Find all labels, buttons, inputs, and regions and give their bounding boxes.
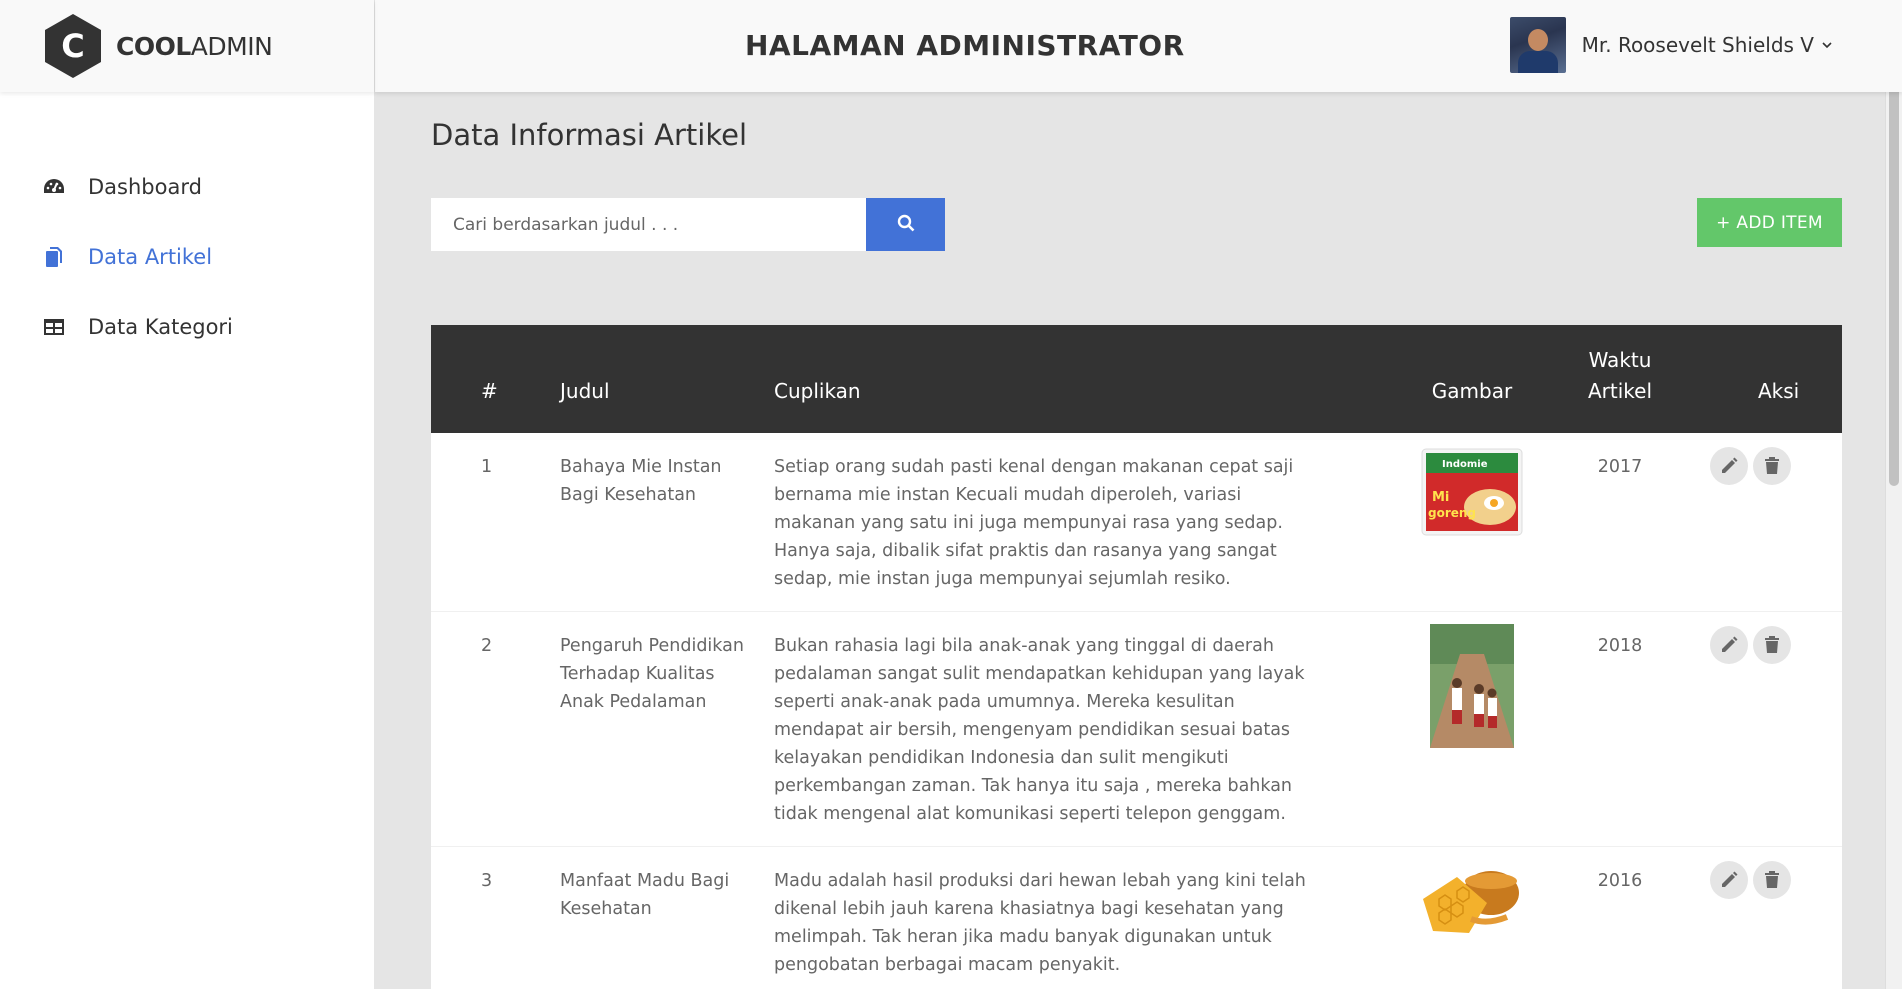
search-input[interactable]	[431, 198, 866, 251]
instant-noodle-image: Indomie Mi goreng	[1421, 448, 1523, 536]
table-icon	[42, 315, 66, 339]
row-title: Manfaat Madu Bagi Kesehatan	[560, 871, 730, 919]
search-button[interactable]	[866, 198, 945, 251]
user-menu[interactable]: Mr. Roosevelt Shields V	[1509, 17, 1832, 73]
top-header: HALAMAN ADMINISTRATOR Mr. Roosevelt Shie…	[375, 0, 1902, 92]
row-number: 3	[481, 871, 493, 891]
row-title: Pengaruh Pendidikan Terhadap Kualitas An…	[560, 636, 744, 712]
chevron-down-icon	[1822, 38, 1832, 52]
table-row: 2 Pengaruh Pendidikan Terhadap Kualitas …	[431, 612, 1842, 847]
row-snippet: Madu adalah hasil produksi dari hewan le…	[774, 871, 1306, 975]
delete-button[interactable]	[1753, 861, 1791, 899]
user-name: Mr. Roosevelt Shields V	[1581, 33, 1814, 57]
row-number: 1	[481, 457, 493, 477]
copy-icon	[42, 245, 66, 269]
articles-table: # Judul Cuplikan Gambar Waktu Artikel Aks…	[431, 325, 1842, 989]
logo-letter: C	[61, 27, 84, 65]
column-header-waktu-line1: Waktu	[1588, 348, 1652, 372]
column-header-aksi: Aksi	[1758, 379, 1800, 403]
logo-text-light: ADMIN	[190, 31, 273, 61]
column-header-gambar[interactable]: Gambar	[1384, 325, 1560, 433]
sidebar-item-label: Data Artikel	[88, 245, 213, 269]
avatar	[1509, 17, 1566, 73]
logo[interactable]: C COOLADMIN	[0, 0, 374, 92]
trash-icon	[1765, 457, 1779, 474]
row-time: 2016	[1597, 871, 1643, 891]
svg-text:Mi: Mi	[1432, 490, 1449, 505]
edit-button[interactable]	[1710, 447, 1748, 485]
row-number: 2	[481, 636, 493, 656]
column-header-waktu-line2: Artikel	[1587, 379, 1653, 403]
delete-button[interactable]	[1753, 626, 1791, 664]
sidebar-item-data-kategori[interactable]: Data Kategori	[0, 292, 374, 362]
logo-text: COOLADMIN	[116, 31, 273, 61]
logo-text-bold: COOL	[116, 31, 191, 61]
sidebar-item-label: Dashboard	[88, 175, 202, 199]
delete-button[interactable]	[1753, 447, 1791, 485]
table-row: 1 Bahaya Mie Instan Bagi Kesehatan Setia…	[431, 433, 1842, 612]
column-header-number[interactable]: #	[431, 325, 560, 433]
row-image-cell	[1384, 847, 1560, 989]
trash-icon	[1765, 871, 1779, 888]
logo-hexagon-icon: C	[45, 14, 101, 78]
edit-button[interactable]	[1710, 626, 1748, 664]
pencil-icon	[1722, 871, 1738, 887]
trash-icon	[1765, 636, 1779, 653]
table-header-row: # Judul Cuplikan Gambar Waktu Artikel Aks…	[431, 325, 1842, 433]
row-snippet: Setiap orang sudah pasti kenal dengan ma…	[774, 457, 1294, 589]
column-header-waktu[interactable]: Waktu Artikel	[1560, 325, 1680, 433]
row-image-cell	[1384, 612, 1560, 847]
main-content: Data Informasi Artikel + ADD ITEM # Judu…	[375, 92, 1885, 989]
pencil-icon	[1722, 636, 1738, 652]
search-icon	[897, 214, 915, 235]
svg-text:Indomie: Indomie	[1442, 459, 1488, 470]
svg-text:goreng: goreng	[1428, 506, 1476, 520]
sidebar-item-data-artikel[interactable]: Data Artikel	[0, 222, 374, 292]
row-image-cell: Indomie Mi goreng	[1384, 433, 1560, 612]
honey-image	[1423, 871, 1519, 933]
row-actions	[1680, 612, 1842, 847]
edit-button[interactable]	[1710, 861, 1748, 899]
pencil-icon	[1722, 457, 1738, 473]
column-header-judul[interactable]: Judul	[560, 325, 774, 433]
row-actions	[1680, 433, 1842, 612]
add-item-button[interactable]: + ADD ITEM	[1697, 198, 1842, 247]
row-time: 2018	[1597, 636, 1643, 656]
tachometer-icon	[42, 175, 66, 199]
children-road-image	[1430, 624, 1514, 748]
page-header-title: HALAMAN ADMINISTRATOR	[745, 29, 1185, 62]
sidebar-menu: Dashboard Data Artikel Data Kategori	[0, 92, 374, 362]
sidebar-item-dashboard[interactable]: Dashboard	[0, 152, 374, 222]
column-header-cuplikan[interactable]: Cuplikan	[774, 325, 1384, 433]
page-scrollbar[interactable]	[1885, 0, 1902, 989]
row-snippet: Bukan rahasia lagi bila anak-anak yang t…	[774, 636, 1305, 824]
page-title: Data Informasi Artikel	[431, 118, 748, 152]
row-actions	[1680, 847, 1842, 989]
sidebar-item-label: Data Kategori	[88, 315, 233, 339]
row-title: Bahaya Mie Instan Bagi Kesehatan	[560, 457, 722, 505]
table-row: 3 Manfaat Madu Bagi Kesehatan Madu adala…	[431, 847, 1842, 989]
row-time: 2017	[1597, 457, 1643, 477]
sidebar: C COOLADMIN Dashboard Data Artikel Data …	[0, 0, 375, 989]
